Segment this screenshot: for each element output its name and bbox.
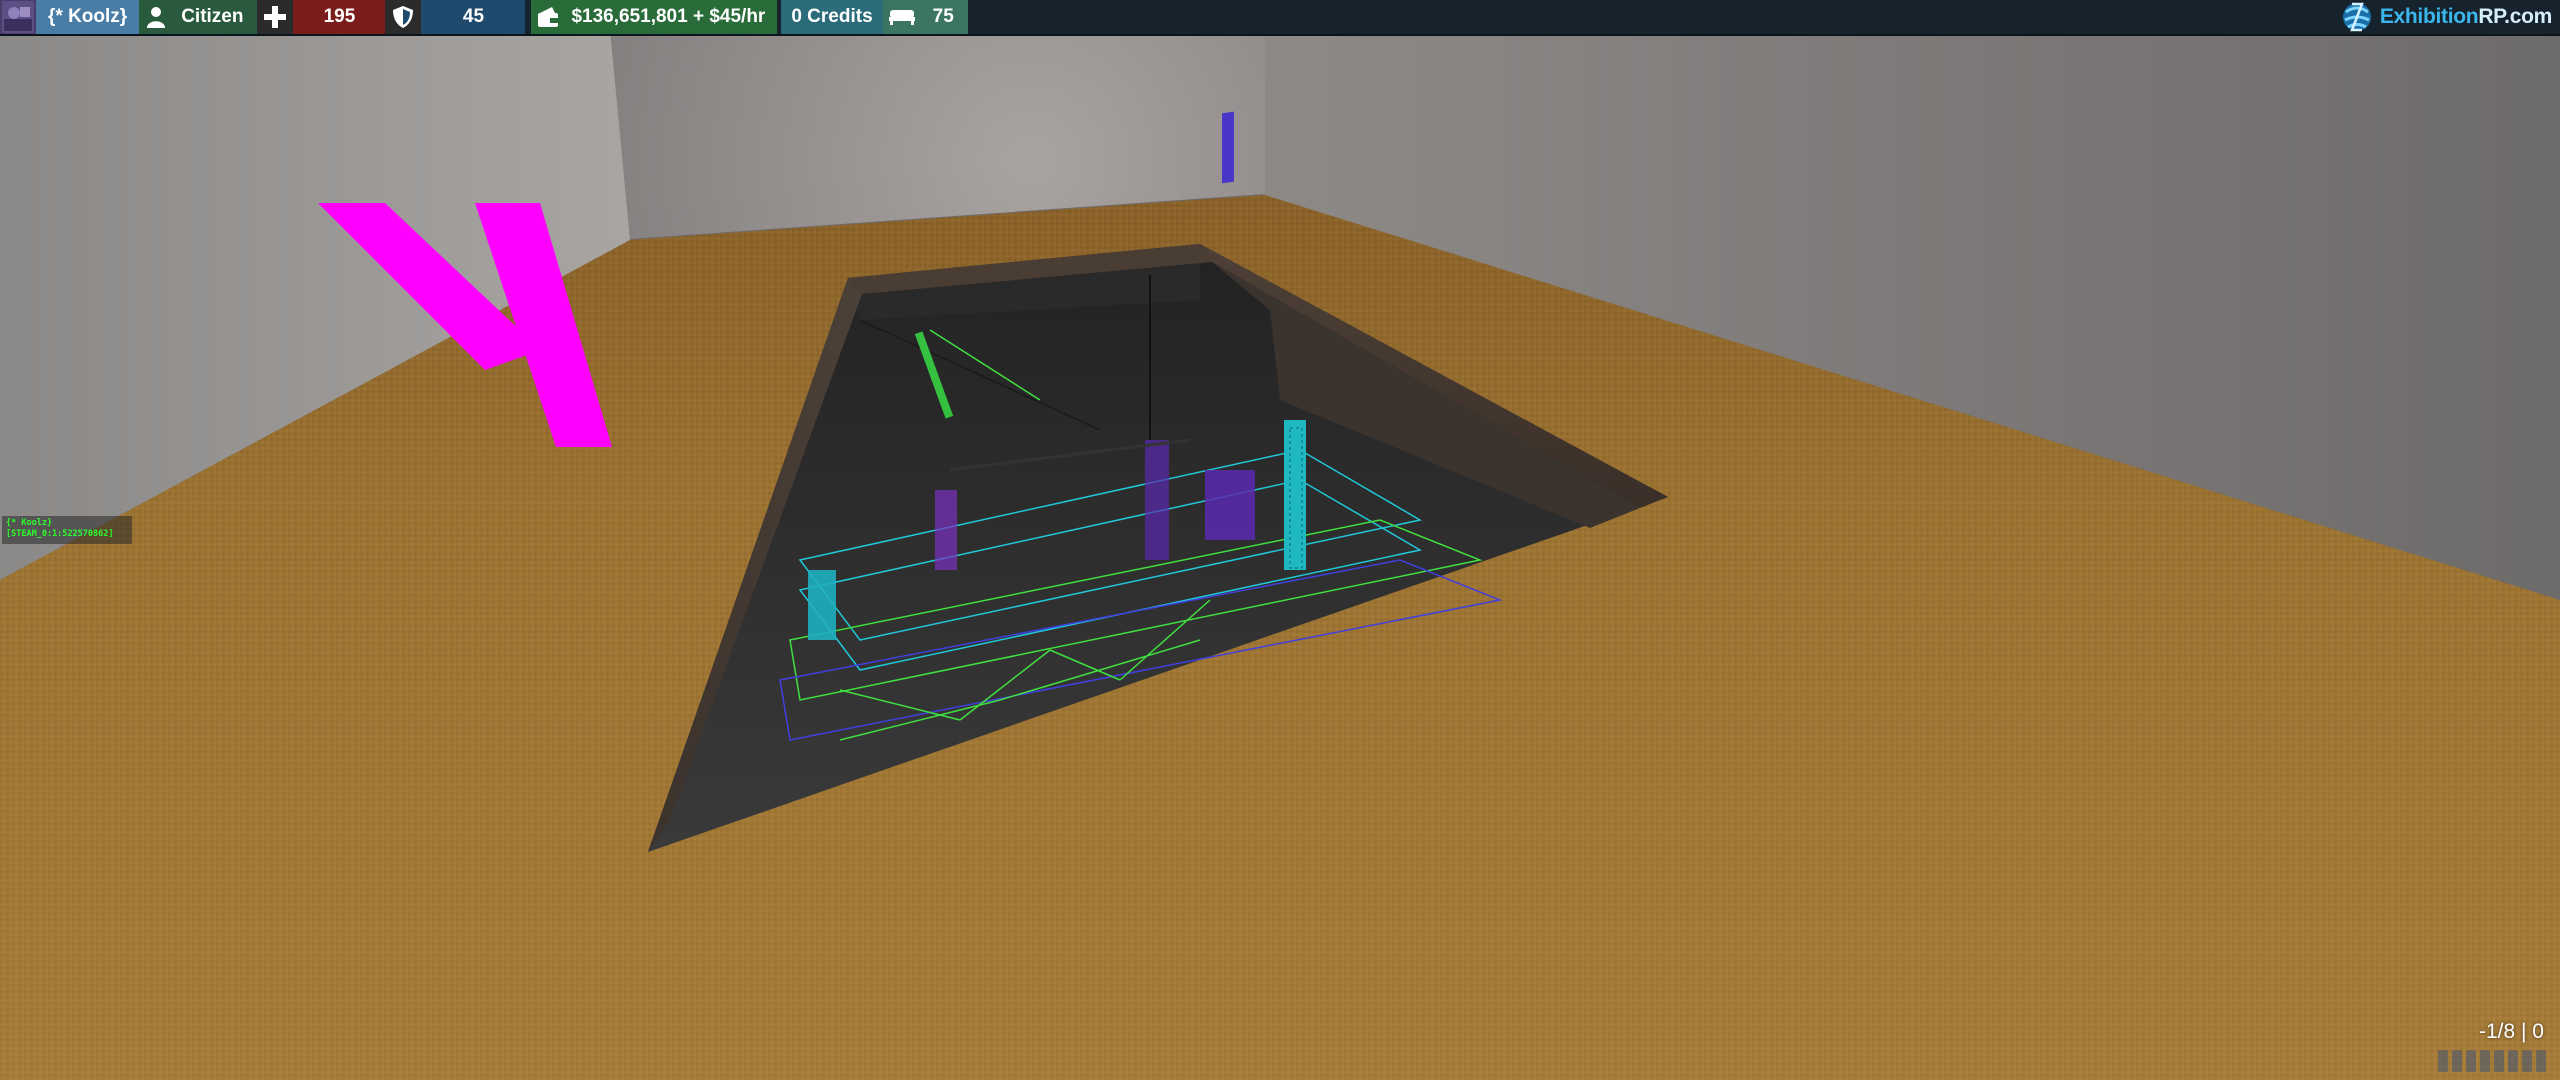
shield-icon: [385, 0, 422, 34]
overhead-player-tag: {* Koolz} [STEAM_0:1:522570862]: [2, 516, 132, 544]
money-value: $136,651,801 + $45/hr: [571, 6, 766, 27]
plus-icon: [257, 0, 294, 34]
hud-top-bar: {* Koolz} Citizen 195 45 $136,651,801 + …: [0, 0, 2560, 36]
ammo-bar: [2508, 1050, 2518, 1072]
ammo-bar: [2522, 1050, 2532, 1072]
credits-display: 0 Credits: [781, 0, 883, 34]
hunger-display: 75: [920, 0, 968, 34]
ammo-bar: [2466, 1050, 2476, 1072]
bed-icon: [882, 0, 921, 34]
ammo-counter: -1/8 | 0: [2479, 1020, 2544, 1043]
player-name: {* Koolz}: [36, 0, 140, 34]
health-value: 195: [323, 6, 356, 27]
ammo-bar: [2438, 1050, 2448, 1072]
money-display: $136,651,801 + $45/hr: [565, 0, 778, 34]
ammo-bar: [2452, 1050, 2462, 1072]
ammo-bar: [2536, 1050, 2546, 1072]
ammo-reserve-bars: [2438, 1050, 2546, 1072]
server-logo: ExhibitionRP.com: [2340, 0, 2552, 34]
person-icon: [139, 0, 174, 34]
ammo-bar: [2480, 1050, 2490, 1072]
server-name-part2: RP.com: [2478, 5, 2552, 28]
armor-value: 45: [462, 6, 485, 27]
overhead-steam-id: [STEAM_0:1:522570862]: [6, 529, 114, 539]
overhead-player-name: {* Koolz}: [6, 518, 53, 528]
server-name: ExhibitionRP.com: [2380, 5, 2552, 29]
hunger-value: 75: [932, 6, 954, 27]
armor-display: 45: [421, 0, 526, 34]
wallet-icon: [531, 0, 566, 34]
player-avatar: [0, 0, 36, 34]
job-display: Citizen: [173, 0, 258, 34]
player-name-label: {* Koolz}: [48, 6, 128, 27]
job-label: Citizen: [181, 6, 244, 27]
server-name-part1: Exhibition: [2379, 5, 2479, 28]
credits-value: 0 Credits: [791, 6, 873, 27]
ammo-bar: [2494, 1050, 2504, 1072]
game-viewport: [0, 0, 2560, 1080]
health-display: 195: [293, 0, 386, 34]
globe-logo-icon: [2342, 2, 2371, 32]
